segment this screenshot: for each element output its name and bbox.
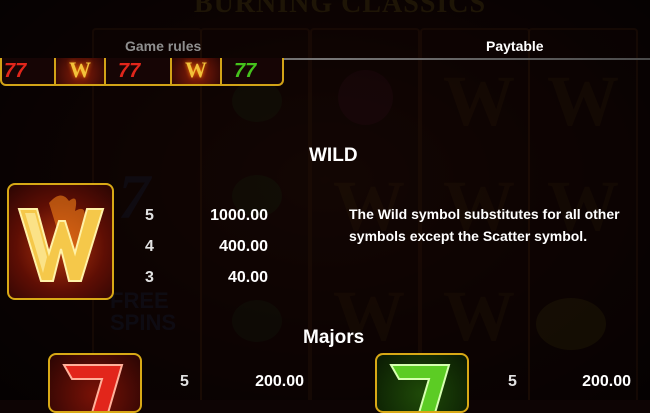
payout-count: 5 xyxy=(145,207,154,224)
payout-value: 1000.00 xyxy=(210,207,268,224)
green-seven-thumb-icon: 77 xyxy=(234,60,257,82)
payout-count: 5 xyxy=(508,373,517,390)
payout-count: 3 xyxy=(145,269,154,286)
payout-count: 4 xyxy=(145,238,154,255)
wild-thumb-icon: W xyxy=(54,58,106,84)
red-seven-thumb-icon: 77 xyxy=(4,60,27,82)
symbol-strip: 77 W 77 W 77 xyxy=(0,58,284,86)
red-seven-thumb-icon: 77 xyxy=(118,60,141,82)
payout-value: 400.00 xyxy=(219,238,268,255)
payout-count: 5 xyxy=(180,373,189,390)
tab-paytable[interactable]: Paytable xyxy=(486,38,544,54)
wild-w-flame-icon xyxy=(7,183,114,300)
payout-value: 200.00 xyxy=(255,373,304,390)
wild-description: The Wild symbol substitutes for all othe… xyxy=(349,206,620,244)
wild-thumb-icon: W xyxy=(170,58,222,84)
wild-section-title: WILD xyxy=(309,145,358,166)
majors-section-title: Majors xyxy=(303,327,365,348)
payout-value: 200.00 xyxy=(582,373,631,390)
payout-value: 40.00 xyxy=(227,269,268,286)
green-seven-icon xyxy=(375,353,469,413)
tab-game-rules[interactable]: Game rules xyxy=(125,38,201,54)
paytable-tabs: Game rules Paytable xyxy=(0,32,650,58)
red-seven-icon xyxy=(48,353,142,413)
